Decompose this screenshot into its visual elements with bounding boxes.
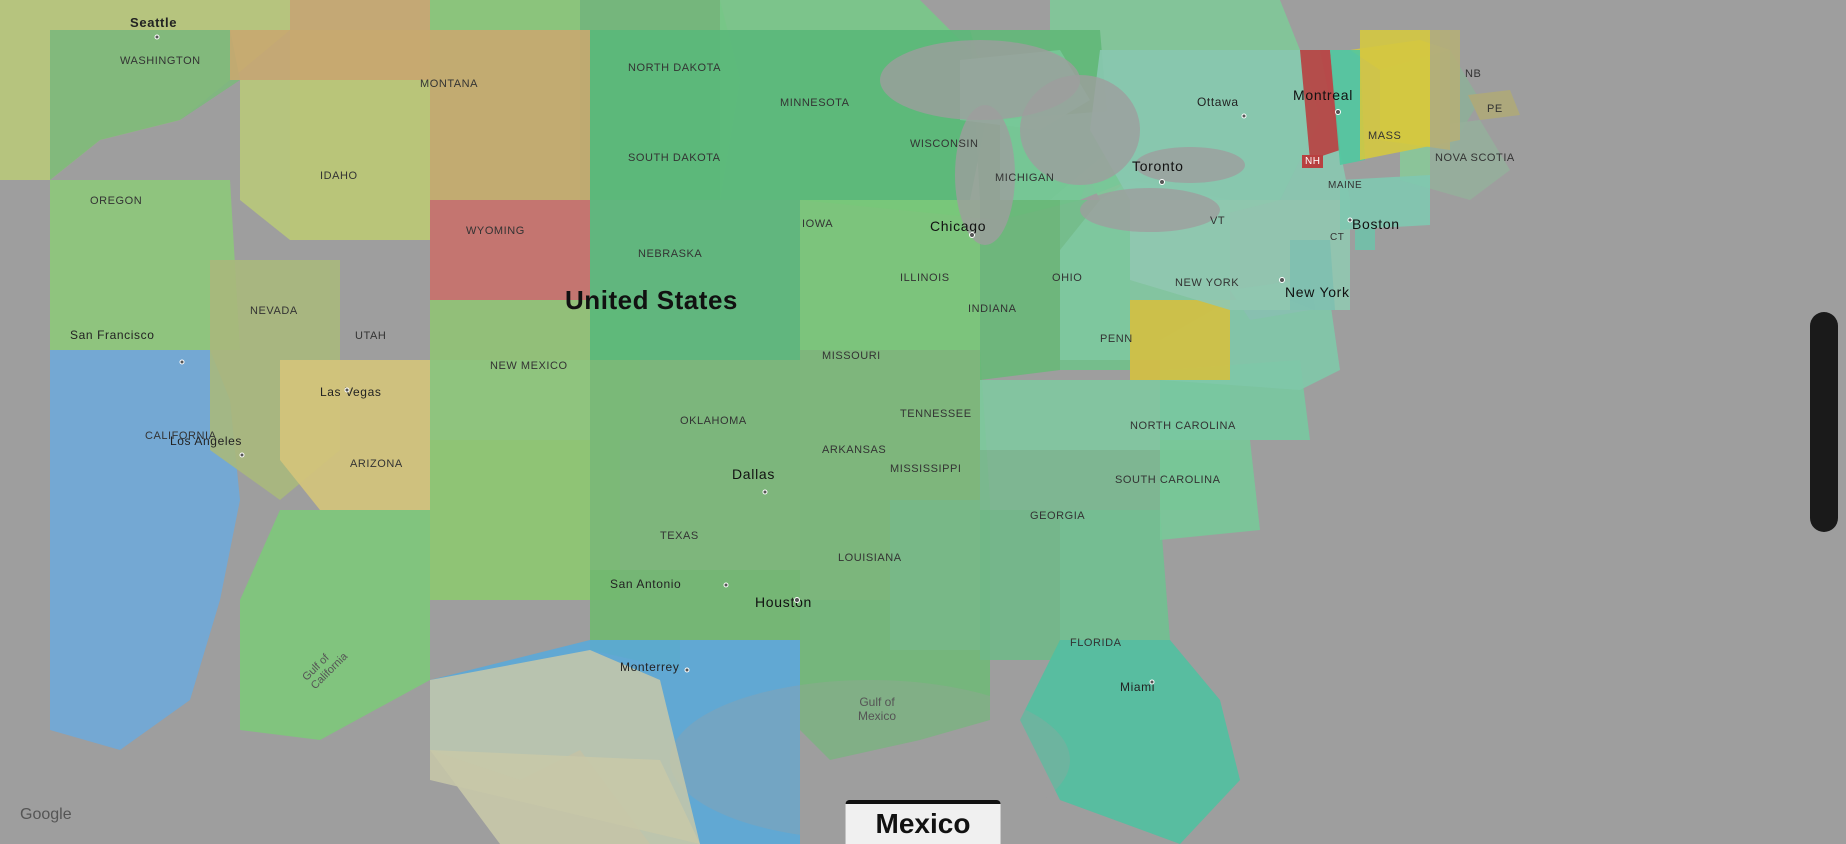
google-logo: Google	[20, 806, 72, 824]
map-container[interactable]: WASHINGTON OREGON CALIFORNIA NEVADA IDAH…	[0, 0, 1846, 844]
scroll-indicator[interactable]	[1810, 312, 1838, 532]
map-svg	[0, 0, 1846, 844]
bottom-country-label: Mexico	[846, 800, 1001, 844]
